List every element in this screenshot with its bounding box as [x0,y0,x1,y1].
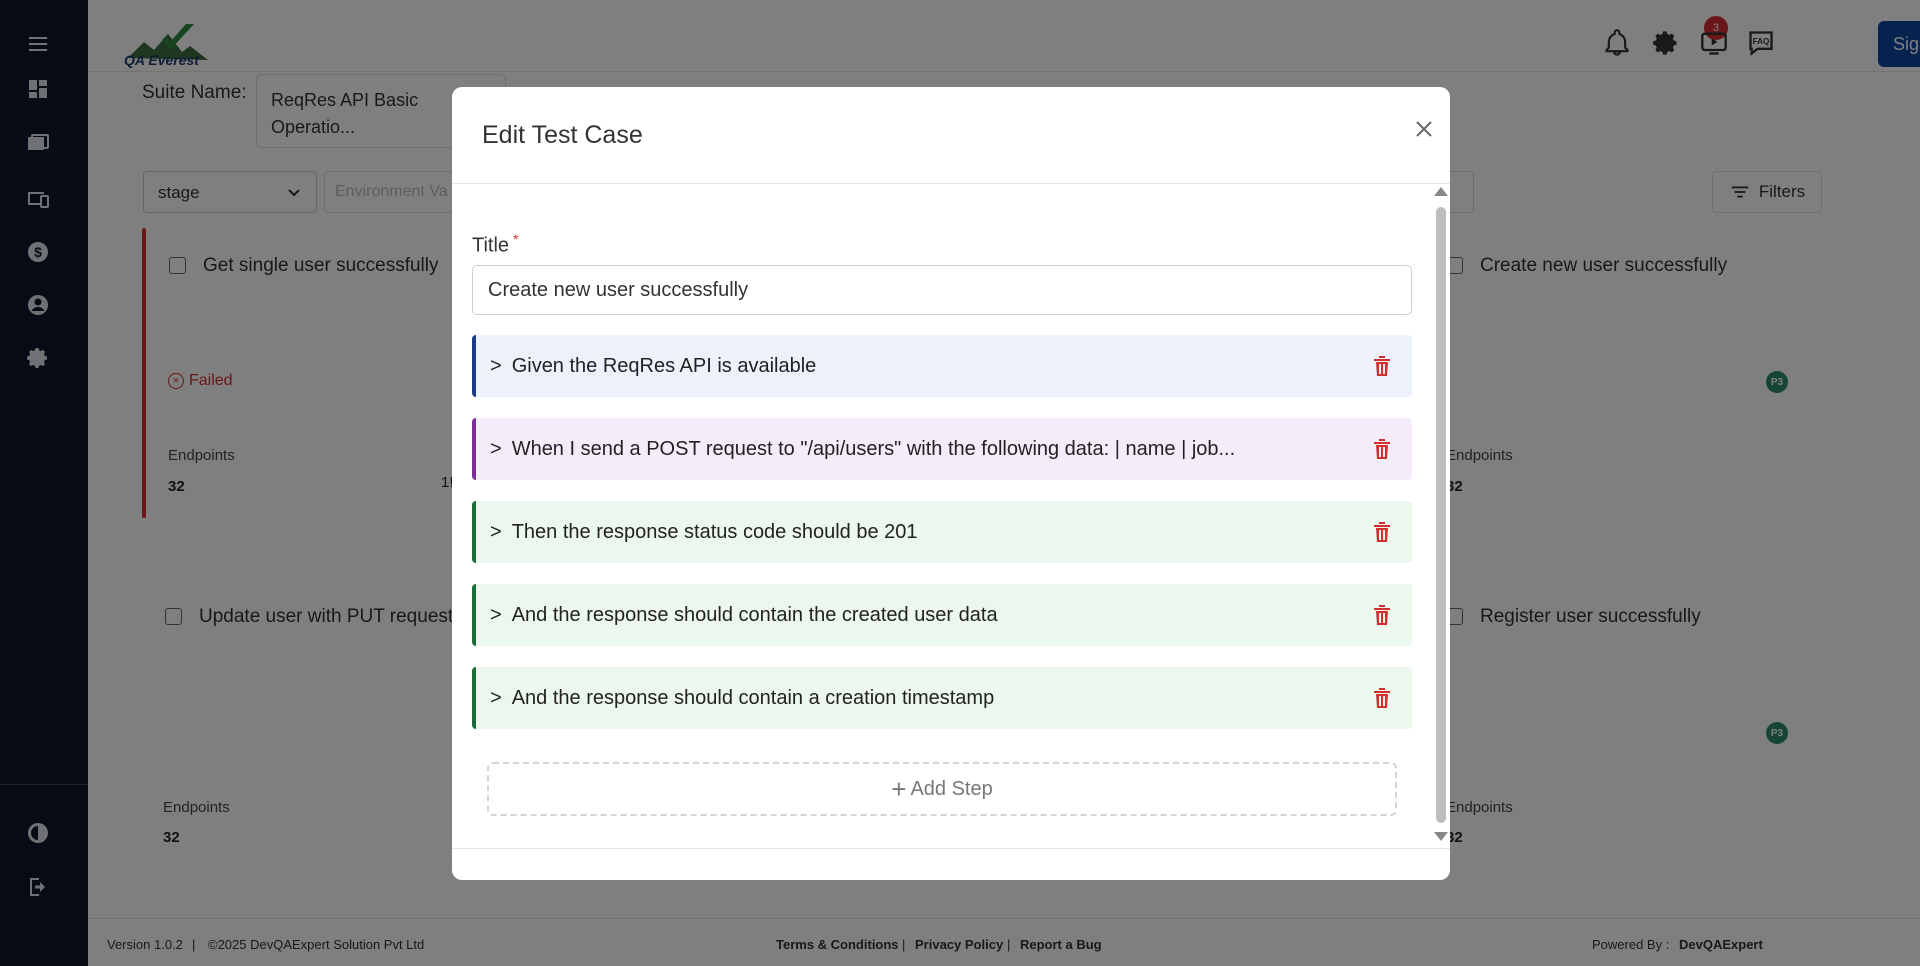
step-item[interactable]: > Then the response status code should b… [472,501,1412,563]
close-icon[interactable] [1412,117,1436,141]
step-text: Then the response status code should be … [511,520,918,543]
delete-step-icon[interactable] [1372,687,1392,709]
plus-icon: + [891,773,907,804]
required-marker: * [513,231,519,247]
step-item[interactable]: > Given the ReqRes API is available [472,335,1412,397]
step-text: And the response should contain the crea… [511,603,998,626]
step-text: Given the ReqRes API is available [511,354,817,377]
step-item[interactable]: > When I send a POST request to "/api/us… [472,418,1412,480]
scrollbar-thumb[interactable] [1436,207,1446,823]
step-expand-arrow[interactable]: > [490,604,502,627]
step-expand-arrow[interactable]: > [490,521,502,544]
modal-title: Edit Test Case [482,121,643,149]
add-step-label: Add Step [910,777,993,800]
scroll-down-arrow[interactable] [1434,832,1448,841]
step-text: When I send a POST request to "/api/user… [511,437,1236,460]
delete-step-icon[interactable] [1372,438,1392,460]
delete-step-icon[interactable] [1372,521,1392,543]
modal-footer-divider [452,848,1450,849]
add-step-button[interactable]: + Add Step [487,762,1397,816]
edit-test-case-modal: Edit Test Case Title* > Given the ReqRes… [452,87,1450,880]
delete-step-icon[interactable] [1372,355,1392,377]
title-input[interactable] [472,265,1412,315]
modal-header: Edit Test Case [452,87,1450,184]
step-item[interactable]: > And the response should contain a crea… [472,667,1412,729]
step-expand-arrow[interactable]: > [490,438,502,461]
delete-step-icon[interactable] [1372,604,1392,626]
step-item[interactable]: > And the response should contain the cr… [472,584,1412,646]
modal-body: Title* > Given the ReqRes API is availab… [452,185,1450,848]
step-text: And the response should contain a creati… [511,686,995,709]
step-expand-arrow[interactable]: > [490,687,502,710]
title-field-label: Title * [472,231,519,258]
title-label-text: Title [472,234,510,257]
scroll-up-arrow[interactable] [1434,187,1448,196]
step-expand-arrow[interactable]: > [490,355,502,378]
